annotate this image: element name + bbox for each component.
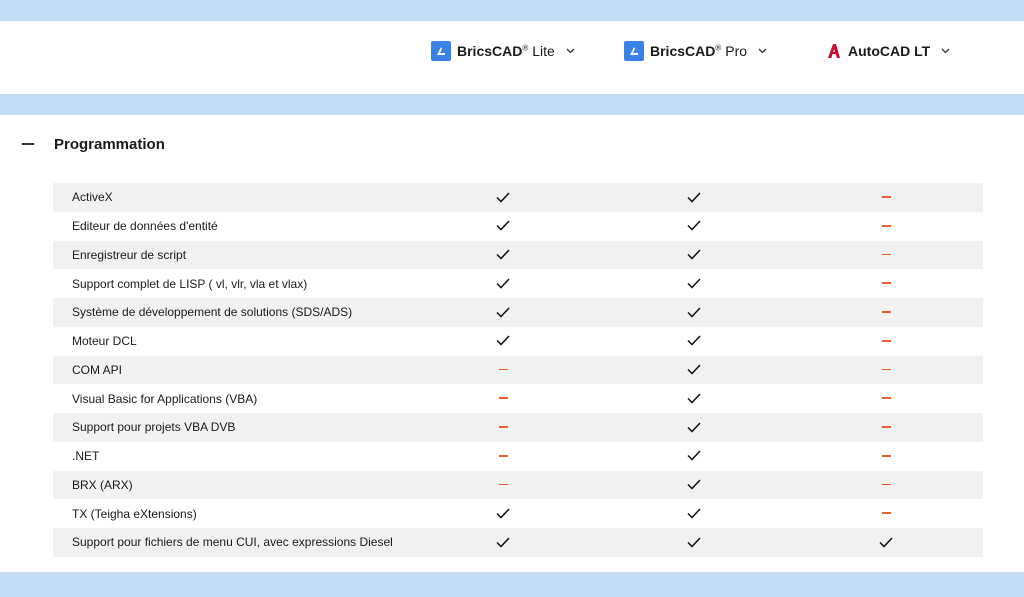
dash-icon (876, 187, 896, 207)
table-row: TX (Teigha eXtensions) (53, 499, 983, 528)
product-variant: Lite (532, 43, 555, 59)
dash-icon (876, 331, 896, 351)
feature-label: Enregistreur de script (72, 247, 187, 262)
dash-icon (493, 475, 513, 495)
feature-table: ActiveX Editeur de données d'entité Enregi… (53, 183, 983, 557)
feature-label: ActiveX (72, 190, 113, 205)
feature-label: Support complet de LISP ( vl, vlr, vla e… (72, 276, 308, 291)
dash-icon (876, 475, 896, 495)
product-selector-bricscad-pro[interactable]: BricsCAD® Pro (624, 40, 767, 62)
dash-icon (493, 446, 513, 466)
check-icon (684, 216, 704, 236)
dash-icon (876, 503, 896, 523)
table-row: Système de développement de solutions (S… (53, 298, 983, 327)
feature-label: Visual Basic for Applications (VBA) (72, 391, 258, 406)
check-icon (493, 331, 513, 351)
table-row: ActiveX (53, 183, 983, 212)
table-row: Support pour fichiers de menu CUI, avec … (53, 528, 983, 557)
table-row: Visual Basic for Applications (VBA) (53, 384, 983, 413)
chevron-down-icon[interactable] (566, 48, 575, 54)
check-icon (684, 245, 704, 265)
check-icon (493, 302, 513, 322)
product-selector-bricscad-lite[interactable]: BricsCAD® Lite (431, 40, 575, 62)
check-icon (684, 503, 704, 523)
collapse-toggle-icon[interactable] (22, 143, 34, 145)
table-row: Editeur de données d'entité (53, 212, 983, 241)
check-icon (684, 532, 704, 552)
table-row: Support pour projets VBA DVB (53, 413, 983, 442)
check-icon (684, 475, 704, 495)
check-icon (684, 417, 704, 437)
feature-label: Support pour fichiers de menu CUI, avec … (72, 535, 393, 550)
table-row: Enregistreur de script (53, 240, 983, 270)
check-icon (684, 273, 704, 293)
feature-label: .NET (72, 449, 100, 464)
dash-icon (876, 360, 896, 380)
top-band (0, 0, 1024, 21)
dash-icon (876, 273, 896, 293)
product-selector-autocad-lt[interactable]: AutoCAD LT (826, 40, 950, 62)
check-icon (684, 446, 704, 466)
check-icon (493, 187, 513, 207)
table-row: COM API (53, 355, 983, 385)
dash-icon (876, 388, 896, 408)
check-icon (684, 331, 704, 351)
table-row: .NET (53, 442, 983, 471)
chevron-down-icon[interactable] (758, 48, 767, 54)
check-icon (493, 245, 513, 265)
check-icon (684, 360, 704, 380)
dash-icon (493, 417, 513, 437)
section-title: Programmation (54, 136, 165, 153)
bricscad-logo-icon (431, 41, 451, 61)
feature-label: BRX (ARX) (72, 477, 133, 492)
check-icon (684, 302, 704, 322)
table-row: Support complet de LISP ( vl, vlr, vla e… (53, 269, 983, 298)
feature-label: Moteur DCL (72, 334, 137, 349)
table-row: BRX (ARX) (53, 470, 983, 500)
check-icon (493, 503, 513, 523)
dash-icon (876, 417, 896, 437)
dash-icon (493, 360, 513, 380)
product-name: BricsCAD® (650, 43, 722, 59)
dash-icon (876, 446, 896, 466)
product-variant: Pro (725, 43, 748, 59)
check-icon (684, 388, 704, 408)
feature-label: COM API (72, 362, 123, 377)
dash-icon (876, 216, 896, 236)
check-icon (684, 187, 704, 207)
product-name: AutoCAD LT (848, 43, 931, 59)
check-icon (876, 532, 896, 552)
chevron-down-icon[interactable] (941, 48, 950, 54)
check-icon (493, 532, 513, 552)
feature-label: TX (Teigha eXtensions) (72, 506, 197, 521)
feature-label: Support pour projets VBA DVB (72, 420, 236, 435)
product-name: BricsCAD® (457, 43, 529, 59)
header-divider-band (0, 94, 1024, 115)
bottom-band (0, 572, 1024, 597)
dash-icon (493, 388, 513, 408)
feature-label: Editeur de données d'entité (72, 219, 218, 234)
check-icon (493, 273, 513, 293)
table-row: Moteur DCL (53, 327, 983, 356)
dash-icon (876, 245, 896, 265)
bricscad-logo-icon (624, 41, 644, 61)
check-icon (493, 216, 513, 236)
autocad-logo-icon (826, 41, 842, 61)
dash-icon (876, 302, 896, 322)
feature-label: Système de développement de solutions (S… (72, 305, 353, 320)
